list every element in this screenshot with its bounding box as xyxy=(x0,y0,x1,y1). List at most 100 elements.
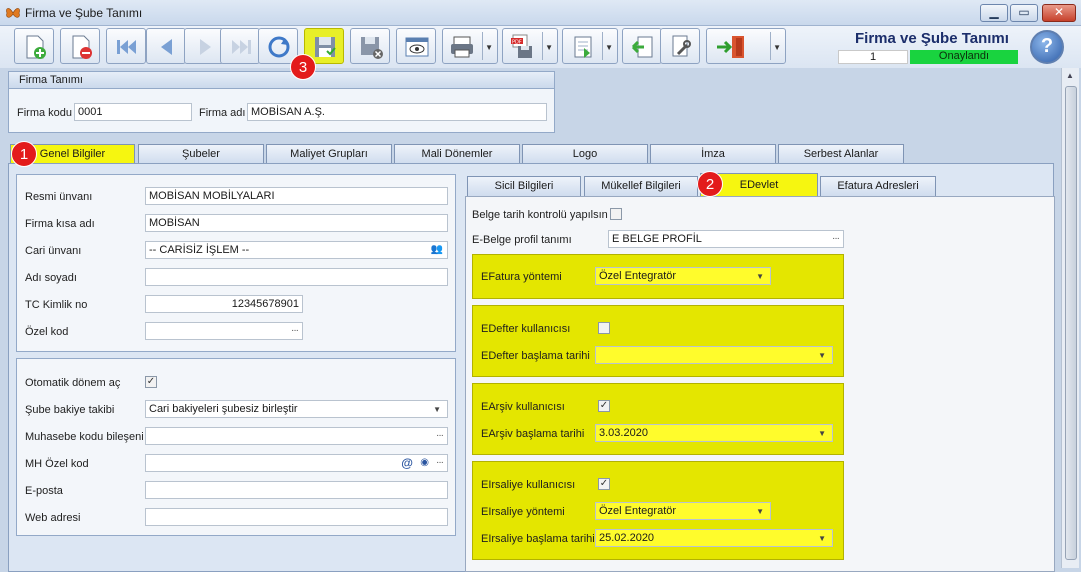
earsiv-tarih-input[interactable]: 3.03.2020 ▼ xyxy=(595,424,833,442)
annotation-badge-3: 3 xyxy=(290,54,316,80)
maximize-button[interactable]: ▭ xyxy=(1010,4,1038,22)
preview-icon xyxy=(405,37,429,57)
eirsaliye-tarih-value: 25.02.2020 xyxy=(599,532,655,544)
ellipsis-icon[interactable]: ··· xyxy=(436,455,444,471)
firma-adi-input[interactable]: MOBİSAN A.Ş. xyxy=(247,103,547,121)
firma-group: Firma Tanımı Firma kodu 0001 Firma adı M… xyxy=(8,71,555,133)
edefter-box: EDefter kullanıcısı EDefter başlama tari… xyxy=(472,305,844,377)
efatura-yontem-select[interactable]: Özel Entegratör ▼ xyxy=(595,267,771,285)
previous-record-button[interactable] xyxy=(146,28,186,64)
muhasebe-input[interactable]: ··· xyxy=(145,427,448,445)
pdf-export-button[interactable]: PDF ▼ xyxy=(502,28,558,64)
tab-subeler[interactable]: Şubeler xyxy=(138,144,264,164)
sube-bakiye-value: Cari bakiyeleri şubesiz birleştir xyxy=(149,403,298,415)
efatura-yontem-label: EFatura yöntemi xyxy=(481,271,562,283)
tools-button[interactable] xyxy=(660,28,700,64)
tab-imza[interactable]: İmza xyxy=(650,144,776,164)
tab-logo[interactable]: Logo xyxy=(522,144,648,164)
title-bar: Firma ve Şube Tanımı ▁ ▭ ✕ xyxy=(0,0,1081,26)
ellipsis-icon[interactable]: ··· xyxy=(436,428,444,444)
eirsaliye-kullanici-checkbox[interactable]: ✓ xyxy=(598,478,610,490)
profil-input[interactable]: E BELGE PROFİL ··· xyxy=(608,230,844,248)
scrollbar-thumb[interactable] xyxy=(1065,86,1077,560)
chevron-down-icon: ▼ xyxy=(756,507,764,516)
tab-mali-donemler[interactable]: Mali Dönemler xyxy=(394,144,520,164)
belge-tarih-checkbox[interactable] xyxy=(610,208,622,220)
print-button[interactable]: ▼ xyxy=(442,28,498,64)
eirsaliye-box: EIrsaliye kullanıcısı ✓ EIrsaliye yöntem… xyxy=(472,461,844,560)
export-button[interactable]: ▼ xyxy=(562,28,618,64)
at-icon[interactable]: @ xyxy=(401,455,413,471)
butterfly-icon xyxy=(5,5,21,21)
eirsaliye-yontem-select[interactable]: Özel Entegratör ▼ xyxy=(595,502,771,520)
edefter-kullanici-checkbox[interactable] xyxy=(598,322,610,334)
general-panel-2: Otomatik dönem aç ✓ Şube bakiye takibi C… xyxy=(16,358,456,536)
next-record-icon xyxy=(200,39,211,55)
save-cancel-button[interactable] xyxy=(350,28,390,64)
delete-button[interactable] xyxy=(60,28,100,64)
chevron-down-icon: ▼ xyxy=(818,534,826,543)
eirsaliye-tarih-input[interactable]: 25.02.2020 ▼ xyxy=(595,529,833,547)
efatura-yontem-value: Özel Entegratör xyxy=(599,270,677,282)
subtab-sicil[interactable]: Sicil Bilgileri xyxy=(467,176,581,196)
exit-button[interactable]: ▼ xyxy=(706,28,786,64)
firma-kodu-label: Firma kodu xyxy=(17,107,73,119)
next-record-button[interactable] xyxy=(184,28,224,64)
firma-adi-label: Firma adı xyxy=(199,107,246,119)
people-icon[interactable]: 👥 xyxy=(431,242,443,258)
help-button[interactable]: ? xyxy=(1030,30,1064,64)
new-button[interactable] xyxy=(14,28,54,64)
tc-input[interactable]: 12345678901 xyxy=(145,295,303,313)
help-icon: ? xyxy=(1040,35,1054,57)
tab-maliyet-gruplari[interactable]: Maliyet Grupları xyxy=(266,144,392,164)
import-button[interactable] xyxy=(622,28,662,64)
scroll-up-icon[interactable]: ▲ xyxy=(1066,71,1074,80)
earsiv-kullanici-checkbox[interactable]: ✓ xyxy=(598,400,610,412)
firma-group-title: Firma Tanımı xyxy=(9,72,554,89)
ellipsis-icon[interactable]: ··· xyxy=(832,231,840,247)
adi-soyadi-input[interactable] xyxy=(145,268,448,286)
form-title: Firma ve Şube Tanımı xyxy=(855,30,1009,47)
resmi-unvan-label: Resmi ünvanı xyxy=(25,191,93,203)
minimize-button[interactable]: ▁ xyxy=(980,4,1008,22)
profil-label: E-Belge profil tanımı xyxy=(472,234,572,246)
edevlet-panel: Belge tarih kontrolü yapılsın E-Belge pr… xyxy=(465,196,1055,572)
chevron-down-icon: ▼ xyxy=(818,429,826,438)
tab-serbest-alanlar[interactable]: Serbest Alanlar xyxy=(778,144,904,164)
chevron-down-icon: ▼ xyxy=(433,405,441,414)
eposta-input[interactable] xyxy=(145,481,448,499)
web-label: Web adresi xyxy=(25,512,81,524)
subtab-efatura-adresleri[interactable]: Efatura Adresleri xyxy=(820,176,936,196)
chevron-down-icon: ▼ xyxy=(756,272,764,281)
earsiv-tarih-value: 3.03.2020 xyxy=(599,427,648,439)
ozel-kod-input[interactable]: ··· xyxy=(145,322,303,340)
otomatik-label: Otomatik dönem aç xyxy=(25,377,121,389)
edefter-tarih-label: EDefter başlama tarihi xyxy=(481,350,590,362)
earsiv-box: EArşiv kullanıcısı ✓ EArşiv başlama tari… xyxy=(472,383,844,455)
firma-kodu-input[interactable]: 0001 xyxy=(74,103,192,121)
mh-ozel-input[interactable]: @ ◉ ··· xyxy=(145,454,448,472)
subtab-mukellef[interactable]: Mükellef Bilgileri xyxy=(584,176,698,196)
adi-soyadi-label: Adı soyadı xyxy=(25,272,77,284)
vertical-scrollbar[interactable]: ▲ xyxy=(1061,68,1079,568)
ozel-kod-label: Özel kod xyxy=(25,326,69,338)
edefter-tarih-input[interactable]: ▼ xyxy=(595,346,833,364)
cari-unvan-input[interactable]: -- CARİSİZ İŞLEM -- 👥 xyxy=(145,241,448,259)
belge-tarih-label: Belge tarih kontrolü yapılsın xyxy=(472,209,608,221)
eirsaliye-yontem-label: EIrsaliye yöntemi xyxy=(481,506,565,518)
first-record-button[interactable] xyxy=(106,28,146,64)
kisa-adi-input[interactable]: MOBİSAN xyxy=(145,214,448,232)
preview-button[interactable] xyxy=(396,28,436,64)
sube-bakiye-select[interactable]: Cari bakiyeleri şubesiz birleştir ▼ xyxy=(145,400,448,418)
close-button[interactable]: ✕ xyxy=(1042,4,1076,22)
exit-icon xyxy=(717,36,744,58)
view-icon[interactable]: ◉ xyxy=(420,455,429,471)
web-input[interactable] xyxy=(145,508,448,526)
refresh-icon xyxy=(268,36,290,58)
last-record-button[interactable] xyxy=(220,28,260,64)
save-icon xyxy=(315,37,336,57)
ellipsis-icon[interactable]: ··· xyxy=(291,323,299,339)
resmi-unvan-input[interactable]: MOBİSAN MOBİLYALARI xyxy=(145,187,448,205)
sube-bakiye-label: Şube bakiye takibi xyxy=(25,404,115,416)
otomatik-checkbox[interactable]: ✓ xyxy=(145,376,157,388)
